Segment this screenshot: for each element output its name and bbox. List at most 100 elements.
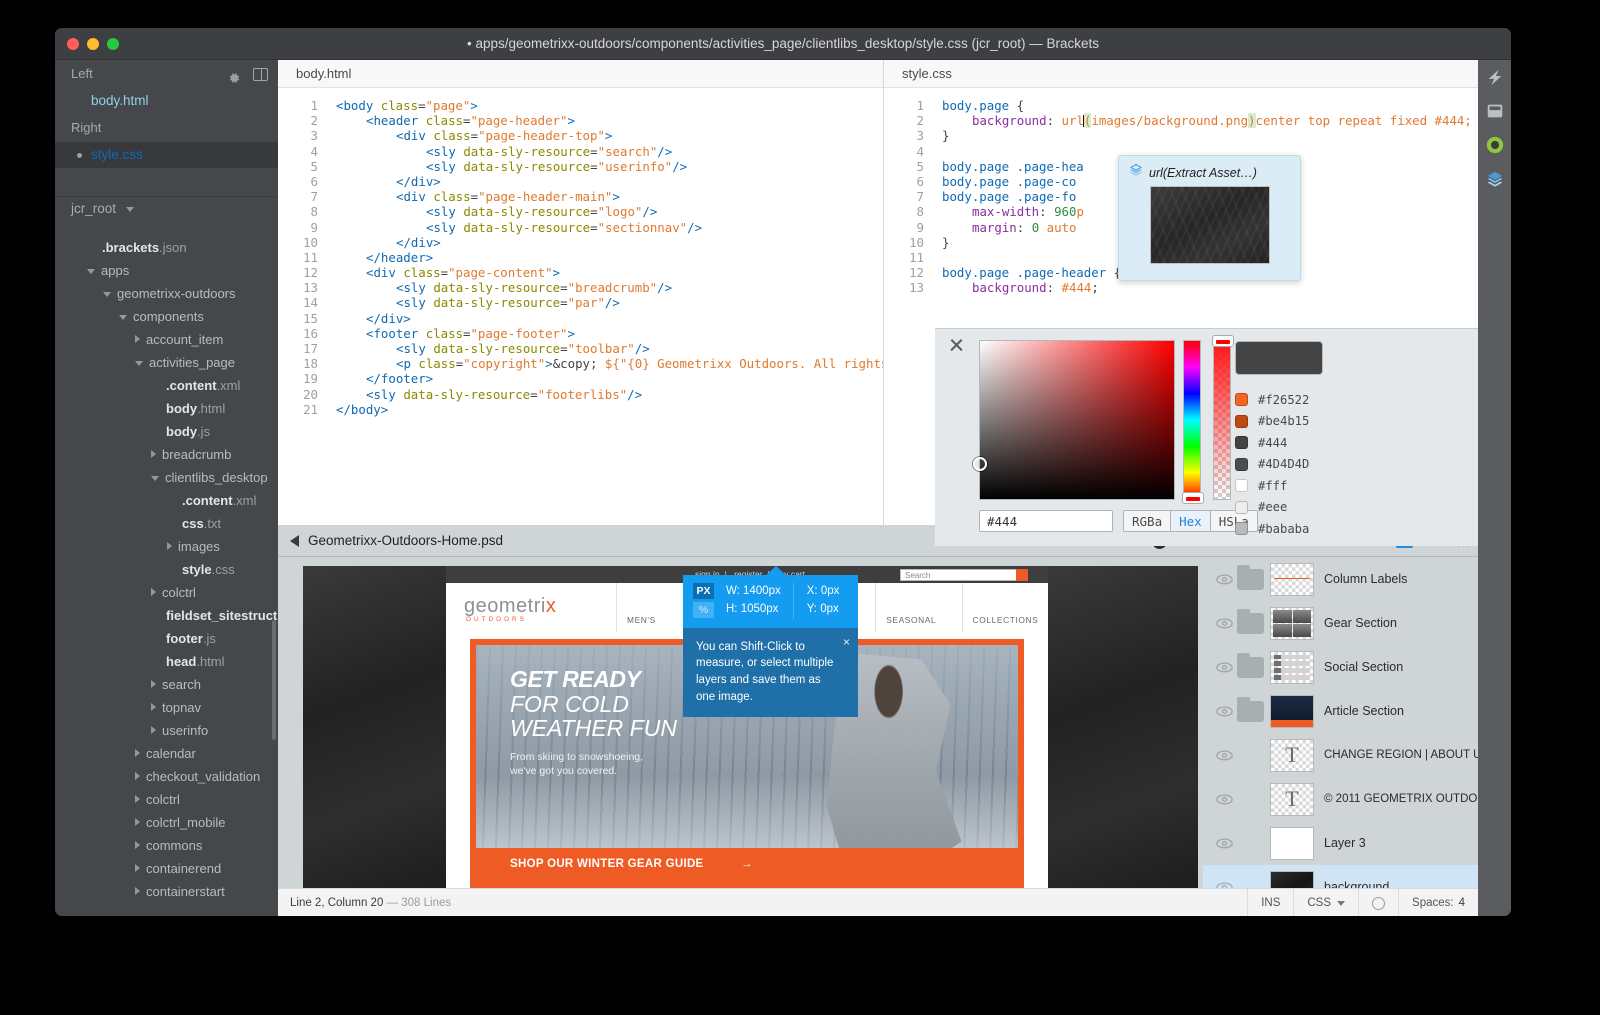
sidebar-scrollbar[interactable] xyxy=(272,620,276,740)
code-text[interactable]: <sly data-sly-resource="footerlibs"/> xyxy=(330,387,642,402)
color-swatch-row[interactable]: #be4b15 xyxy=(1235,411,1309,433)
mockup-search-input[interactable]: Search xyxy=(900,569,1028,581)
tree-file-body[interactable]: body.js xyxy=(55,420,278,443)
tree-file-footer[interactable]: footer.js xyxy=(55,627,278,650)
code-text[interactable]: <sly data-sly-resource="breadcrumb"/> xyxy=(330,280,672,295)
tree-file--content[interactable]: .content.xml xyxy=(55,489,278,512)
tree-file--content[interactable]: .content.xml xyxy=(55,374,278,397)
code-text[interactable]: <sly data-sly-resource="userinfo"/> xyxy=(330,159,687,174)
tree-folder-activities-page[interactable]: activities_page xyxy=(55,351,278,374)
chevron-right-icon[interactable] xyxy=(135,864,140,872)
split-view-icon[interactable] xyxy=(253,68,268,81)
extract-button[interactable] xyxy=(1478,128,1511,162)
chevron-down-icon[interactable] xyxy=(151,476,159,481)
tree-folder-components[interactable]: components xyxy=(55,305,278,328)
tree-file-body[interactable]: body.html xyxy=(55,397,278,420)
hue-slider-thumb[interactable] xyxy=(1182,492,1204,504)
code-text[interactable]: </header> xyxy=(330,250,433,265)
tree-folder-account-item[interactable]: account_item xyxy=(55,328,278,351)
tree-folder-images[interactable]: images xyxy=(55,535,278,558)
live-preview-button[interactable] xyxy=(1478,60,1511,94)
code-text[interactable]: body.page .page-fo xyxy=(936,189,1076,204)
psd-layers-list[interactable]: Column LabelsGear SectionSocial SectionA… xyxy=(1203,557,1478,888)
color-swatch[interactable] xyxy=(1235,436,1248,449)
project-root[interactable]: jcr_root xyxy=(55,197,278,226)
chevron-right-icon[interactable] xyxy=(135,818,140,826)
layer-visibility-toggle[interactable] xyxy=(1211,750,1237,761)
code-text[interactable]: body.page { xyxy=(936,98,1024,113)
layer-visibility-toggle[interactable] xyxy=(1211,706,1237,717)
layer-visibility-toggle[interactable] xyxy=(1211,618,1237,629)
chevron-down-icon[interactable] xyxy=(103,292,111,297)
unit-percent-button[interactable]: % xyxy=(693,602,714,618)
layer-row[interactable]: T© 2011 GEOMETRIX OUTDOOR xyxy=(1203,777,1478,821)
code-text[interactable]: <sly data-sly-resource="par"/> xyxy=(330,295,620,310)
tree-file-css[interactable]: css.txt xyxy=(55,512,278,535)
color-swatch[interactable] xyxy=(1235,501,1248,514)
alpha-slider-thumb[interactable] xyxy=(1212,335,1234,347)
format-rgba-button[interactable]: RGBa xyxy=(1123,510,1171,532)
close-icon[interactable] xyxy=(948,337,964,353)
tree-folder-userinfo[interactable]: userinfo xyxy=(55,719,278,742)
hue-slider[interactable] xyxy=(1183,340,1201,500)
code-text[interactable]: <footer class="page-footer"> xyxy=(330,326,575,341)
tree-folder-topnav[interactable]: topnav xyxy=(55,696,278,719)
layer-row[interactable]: Column Labels xyxy=(1203,557,1478,601)
chevron-right-icon[interactable] xyxy=(151,680,156,688)
layer-row[interactable]: Social Section xyxy=(1203,645,1478,689)
saturation-value-field[interactable] xyxy=(979,340,1175,500)
code-text[interactable]: <header class="page-header"> xyxy=(330,113,575,128)
chevron-down-icon[interactable] xyxy=(135,361,143,366)
layer-visibility-toggle[interactable] xyxy=(1211,838,1237,849)
code-text[interactable] xyxy=(936,250,942,265)
back-arrow-icon[interactable] xyxy=(290,535,299,547)
lint-status[interactable] xyxy=(1358,889,1398,916)
layer-row[interactable]: background xyxy=(1203,865,1478,888)
color-swatch-row[interactable]: #bababa xyxy=(1235,518,1309,540)
chevron-down-icon[interactable] xyxy=(87,269,95,274)
color-swatch-row[interactable]: #fff xyxy=(1235,475,1309,497)
extract-asset-thumbnail[interactable] xyxy=(1150,186,1270,264)
chevron-right-icon[interactable] xyxy=(167,542,172,550)
code-text[interactable]: } xyxy=(936,235,949,250)
code-text[interactable]: <sly data-sly-resource="search"/> xyxy=(330,144,672,159)
code-text[interactable]: margin: 0 auto xyxy=(936,220,1076,235)
tree-folder-colctrl[interactable]: colctrl xyxy=(55,581,278,604)
menu-item-collections[interactable]: COLLECTIONS xyxy=(962,583,1048,632)
code-text[interactable]: background: url(images/background.png)ce… xyxy=(936,113,1472,128)
code-text[interactable]: <div class="page-content"> xyxy=(330,265,560,280)
chevron-right-icon[interactable] xyxy=(151,703,156,711)
menu-item-seasonal[interactable]: SEASONAL xyxy=(875,583,961,632)
tree-folder-containerend[interactable]: containerend xyxy=(55,857,278,880)
color-swatch[interactable] xyxy=(1235,479,1248,492)
extract-layers-button[interactable] xyxy=(1478,162,1511,196)
tree-folder-containerstart[interactable]: containerstart xyxy=(55,880,278,903)
close-hint-icon[interactable]: × xyxy=(843,634,850,651)
chevron-right-icon[interactable] xyxy=(151,450,156,458)
layer-row[interactable]: Layer 3 xyxy=(1203,821,1478,865)
chevron-right-icon[interactable] xyxy=(135,772,140,780)
color-swatch-row[interactable]: #444 xyxy=(1235,432,1309,454)
chevron-right-icon[interactable] xyxy=(135,841,140,849)
measure-tooltip[interactable]: PX % W: 1400px H: 1050px X: 0px Y: 0px xyxy=(683,575,858,717)
code-text[interactable]: background: #444; xyxy=(936,280,1099,295)
color-swatch-row[interactable]: #eee xyxy=(1235,497,1309,519)
overwrite-mode-toggle[interactable]: INS xyxy=(1247,889,1293,916)
gear-icon[interactable] xyxy=(227,67,241,81)
color-swatch[interactable] xyxy=(1235,522,1248,535)
cursor-position[interactable]: Line 2, Column 20 — 308 Lines xyxy=(290,889,451,916)
tree-file-head[interactable]: head.html xyxy=(55,650,278,673)
code-text[interactable]: <p class="copyright">&copy; ${"{0} Geome… xyxy=(330,356,883,371)
code-text[interactable]: <sly data-sly-resource="logo"/> xyxy=(330,204,657,219)
working-file-style-css[interactable]: style.css xyxy=(55,142,278,168)
chevron-right-icon[interactable] xyxy=(135,887,140,895)
code-text[interactable]: </div> xyxy=(330,174,441,189)
tree-file-style[interactable]: style.css xyxy=(55,558,278,581)
chevron-right-icon[interactable] xyxy=(151,726,156,734)
tree-folder-geometrixx-outdoors[interactable]: geometrixx-outdoors xyxy=(55,282,278,305)
layer-visibility-toggle[interactable] xyxy=(1211,574,1237,585)
recent-swatches-list[interactable]: #f26522#be4b15#444#4D4D4D#fff#eee#bababa xyxy=(1235,389,1309,540)
tree-folder-checkout-validation[interactable]: checkout_validation xyxy=(55,765,278,788)
unit-px-button[interactable]: PX xyxy=(693,583,714,599)
color-selector-handle[interactable] xyxy=(973,457,987,471)
